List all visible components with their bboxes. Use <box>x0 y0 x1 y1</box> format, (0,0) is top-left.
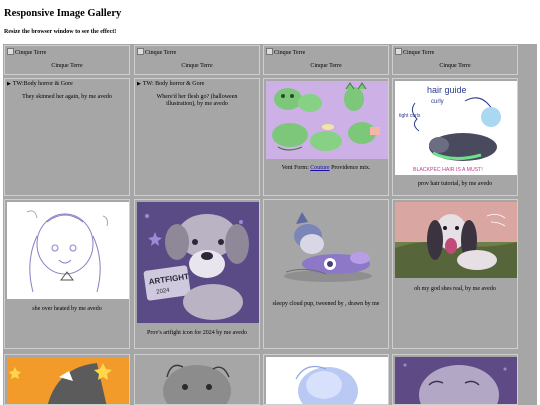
gallery-item[interactable] <box>392 354 518 405</box>
gallery-item[interactable] <box>134 354 260 405</box>
gallery-item[interactable]: sleepy cloud pup, tweened by , drawn by … <box>263 199 389 349</box>
gallery-caption: oh my god shes real, by me avedo <box>414 286 496 292</box>
gallery-caption: They skinned her again, by me avedo <box>22 94 112 100</box>
gallery-item[interactable] <box>4 354 130 405</box>
broken-image[interactable]: Cinque Terre <box>266 48 305 56</box>
broken-image[interactable]: Cinque Terre <box>395 48 434 56</box>
gallery-caption: she over heated by me avedo <box>32 306 102 312</box>
page-title: Responsive Image Gallery <box>4 8 122 19</box>
broken-image-icon <box>395 48 402 55</box>
gallery-image-real-dog[interactable] <box>395 202 517 278</box>
content-warning-label: TW: Body horror & Gore <box>142 81 205 87</box>
gallery-image-overheated[interactable] <box>7 202 129 299</box>
overheated-sketch-illustration <box>26 210 108 293</box>
broken-image-icon <box>266 48 273 55</box>
image-alt-text: Cinque Terre <box>145 50 177 56</box>
sleepy-cloud-pup-illustration <box>284 212 372 282</box>
gallery-item[interactable]: Cinque Terre Cinque Terre <box>392 45 518 75</box>
gallery-image-hair-tutorial[interactable]: hair guide curly tight curls BLACKPEC HA… <box>395 81 517 175</box>
gallery-image-row4-3[interactable] <box>266 357 388 404</box>
dog-sketches-illustration <box>272 82 380 151</box>
gallery-image-artfight-icon[interactable]: ARTFIGHT 2024 <box>137 202 259 323</box>
page-subtitle: Resize the browser window to see the eff… <box>4 29 117 35</box>
hair-guide-text: hair guide <box>427 85 467 95</box>
gallery-item[interactable]: Cinque Terre Cinque Terre <box>263 45 389 75</box>
gallery-caption: Cinque Terre <box>181 63 213 69</box>
disclosure-triangle-icon: ▶ <box>137 82 141 87</box>
curly-text: curly <box>431 99 444 105</box>
broken-image[interactable]: Cinque Terre <box>137 48 176 56</box>
real-dog-illustration <box>395 202 517 278</box>
gallery-image-row4-2[interactable] <box>137 357 259 404</box>
gallery-caption: prov hair tutorial, by me avedo <box>417 181 493 187</box>
gallery-item[interactable]: ARTFIGHT 2024 Prov's artfight icon for 2… <box>134 199 260 349</box>
content-warning-toggle[interactable]: ▶ TW: Body horror & Gore <box>137 81 204 87</box>
gallery-image-row4-4[interactable] <box>395 357 517 404</box>
gallery-image-dog-sketches[interactable] <box>266 81 388 159</box>
image-alt-text: Cinque Terre <box>15 50 47 56</box>
gallery-item[interactable]: Vent Form: Couture Providence mix. <box>263 78 389 196</box>
disclosure-triangle-icon: ▶ <box>7 82 11 87</box>
image-alt-text: Cinque Terre <box>403 50 435 56</box>
image-alt-text: Cinque Terre <box>274 50 306 56</box>
content-warning-label: TW:Body horror & Gore <box>12 81 73 87</box>
gallery-item[interactable]: Cinque Terre Cinque Terre <box>4 45 130 75</box>
tight-curls-text: tight curls <box>399 113 421 119</box>
gallery-caption: Prov's artfight icon for 2024 by me aved… <box>147 330 247 336</box>
gallery-image-row4-1[interactable] <box>7 357 129 404</box>
gallery-item[interactable]: oh my god shes real, by me avedo <box>392 199 518 349</box>
content-warning-toggle[interactable]: ▶ TW:Body horror & Gore <box>7 81 73 87</box>
gallery-item[interactable]: ▶ TW: Body horror & Gore Where'd her fles… <box>134 78 260 196</box>
gallery-item[interactable]: ▶ TW:Body horror & Gore They skinned her … <box>4 78 130 196</box>
gallery-caption: Vent Form: Couture Providence mix. <box>281 165 371 171</box>
gallery-grid: Cinque Terre Cinque Terre Cinque Terre C… <box>3 44 537 405</box>
gallery-item[interactable]: hair guide curly tight curls BLACKPEC HA… <box>392 78 518 196</box>
gallery-item[interactable]: Cinque Terre Cinque Terre <box>134 45 260 75</box>
artfight-icon-illustration: ARTFIGHT 2024 <box>143 214 249 320</box>
row4-illustration-1 <box>7 357 129 404</box>
hair-caption-text: BLACKPEC HAIR IS A MUST! <box>413 167 483 173</box>
hair-tutorial-illustration: hair guide curly tight curls BLACKPEC HA… <box>399 85 501 173</box>
gallery-image-sleepy-cloud-pup[interactable] <box>266 202 388 296</box>
row4-illustration-3 <box>295 366 358 404</box>
gallery-caption: Where'd her flesh go? (halloween illustr… <box>156 94 238 107</box>
broken-image[interactable]: Cinque Terre <box>7 48 46 56</box>
broken-image-icon <box>137 48 144 55</box>
gallery-item[interactable]: she over heated by me avedo <box>4 199 130 349</box>
row4-illustration-4 <box>403 363 507 404</box>
row4-illustration-2 <box>163 364 231 404</box>
gallery-caption: sleepy cloud pup, tweened by , drawn by … <box>272 301 380 307</box>
gallery-item[interactable] <box>263 354 389 405</box>
broken-image-icon <box>7 48 14 55</box>
gallery-caption: Cinque Terre <box>51 63 83 69</box>
gallery-caption: Cinque Terre <box>310 63 342 69</box>
gallery-caption: Cinque Terre <box>439 63 471 69</box>
couture-link[interactable]: Couture <box>310 165 329 171</box>
